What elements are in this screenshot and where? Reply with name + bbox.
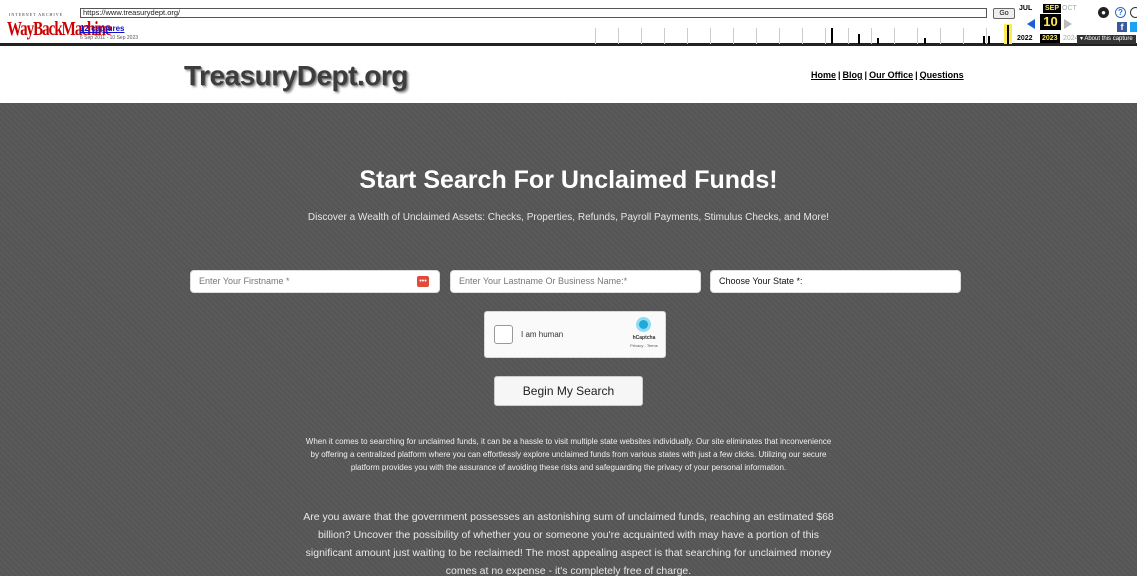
capture-bar xyxy=(831,28,833,44)
go-button[interactable]: Go xyxy=(993,8,1015,19)
info-paragraph: Are you aware that the government posses… xyxy=(303,511,834,576)
current-month-label: SEP xyxy=(1043,4,1062,13)
autofill-icon[interactable]: ••• xyxy=(417,276,429,287)
capture-date-range: 6 Sep 2011 - 10 Sep 2023 xyxy=(80,35,139,41)
nav-separator: | xyxy=(915,70,918,80)
internet-archive-label: INTERNET ARCHIVE xyxy=(9,12,64,17)
site-logo[interactable]: TreasuryDept.org xyxy=(184,60,408,92)
captures-link[interactable]: 12 captures xyxy=(80,24,124,33)
current-year-label: 2023 xyxy=(1040,34,1060,43)
facebook-icon[interactable]: f xyxy=(1117,22,1127,32)
year-separator xyxy=(756,28,757,44)
year-separator xyxy=(871,28,872,44)
nav-blog-link[interactable]: Blog xyxy=(843,70,863,80)
current-capture-bar xyxy=(1007,25,1009,44)
year-separator xyxy=(848,28,849,44)
capture-bar xyxy=(858,34,860,44)
year-separator xyxy=(963,28,964,44)
state-select-label: Choose Your State *: xyxy=(719,276,803,286)
wayback-logo[interactable]: INTERNET ARCHIVE WayBackMachine xyxy=(7,4,112,41)
year-separator xyxy=(940,28,941,44)
hero-section: Start Search For Unclaimed Funds! Discov… xyxy=(0,103,1137,576)
about-capture-button[interactable]: ▾ About this capture xyxy=(1077,35,1136,44)
main-nav: Home | Blog | Our Office | Questions xyxy=(811,70,964,80)
next-capture-arrow-icon xyxy=(1064,19,1072,29)
lastname-input[interactable]: Enter Your Lastname Or Business Name:* xyxy=(450,270,701,293)
twitter-icon[interactable] xyxy=(1130,22,1137,32)
nav-questions-link[interactable]: Questions xyxy=(920,70,964,80)
user-icon[interactable]: ● xyxy=(1098,7,1109,18)
lastname-placeholder: Enter Your Lastname Or Business Name:* xyxy=(459,276,628,286)
year-separator xyxy=(779,28,780,44)
year-separator xyxy=(710,28,711,44)
year-separator xyxy=(825,28,826,44)
hero-subtitle: Discover a Wealth of Unclaimed Assets: C… xyxy=(307,212,830,223)
hcaptcha-logo-icon xyxy=(636,317,651,332)
hero-title: Start Search For Unclaimed Funds! xyxy=(359,166,778,194)
nav-office-link[interactable]: Our Office xyxy=(869,70,913,80)
site-header: TreasuryDept.org Home | Blog | Our Office | Qu… xyxy=(0,49,1137,103)
share-icon[interactable] xyxy=(1130,7,1137,18)
capture-bar xyxy=(983,36,985,44)
year-separator xyxy=(595,28,596,44)
current-day: 10 xyxy=(1040,14,1061,30)
year-separator xyxy=(894,28,895,44)
captcha-checkbox[interactable] xyxy=(494,325,513,344)
help-icon[interactable]: ? xyxy=(1115,7,1126,18)
begin-search-button[interactable]: Begin My Search xyxy=(494,376,643,406)
capture-bar xyxy=(924,38,926,44)
year-separator xyxy=(917,28,918,44)
prev-year-label[interactable]: 2022 xyxy=(1017,35,1033,42)
nav-home-link[interactable]: Home xyxy=(811,70,836,80)
year-separator xyxy=(733,28,734,44)
intro-paragraph: When it comes to searching for unclaimed… xyxy=(305,437,832,472)
next-month-label: OCT xyxy=(1062,5,1077,12)
year-separator xyxy=(986,28,987,44)
capture-sparkline[interactable] xyxy=(592,24,1008,44)
capture-bar xyxy=(877,38,879,44)
year-separator xyxy=(618,28,619,44)
hcaptcha-widget: I am human hCaptcha Privacy - Terms xyxy=(484,311,666,358)
url-input[interactable]: https://www.treasurydept.org/ xyxy=(80,8,987,18)
firstname-input[interactable]: Enter Your Firstname * ••• xyxy=(190,270,440,293)
prev-capture-arrow-icon[interactable] xyxy=(1027,19,1035,29)
year-separator xyxy=(687,28,688,44)
captcha-brand: hCaptcha xyxy=(632,335,656,341)
captcha-label: I am human xyxy=(521,330,564,339)
year-separator xyxy=(641,28,642,44)
capture-bar xyxy=(988,36,990,44)
state-select[interactable]: Choose Your State *: xyxy=(710,270,961,293)
wayback-toolbar: INTERNET ARCHIVE WayBackMachine https://… xyxy=(0,0,1137,46)
captcha-terms-link[interactable]: Privacy - Terms xyxy=(626,343,662,348)
year-separator xyxy=(802,28,803,44)
firstname-placeholder: Enter Your Firstname * xyxy=(199,276,290,286)
nav-separator: | xyxy=(864,70,868,80)
year-separator xyxy=(664,28,665,44)
prev-month-label[interactable]: JUL xyxy=(1019,5,1032,12)
nav-separator: | xyxy=(838,70,841,80)
